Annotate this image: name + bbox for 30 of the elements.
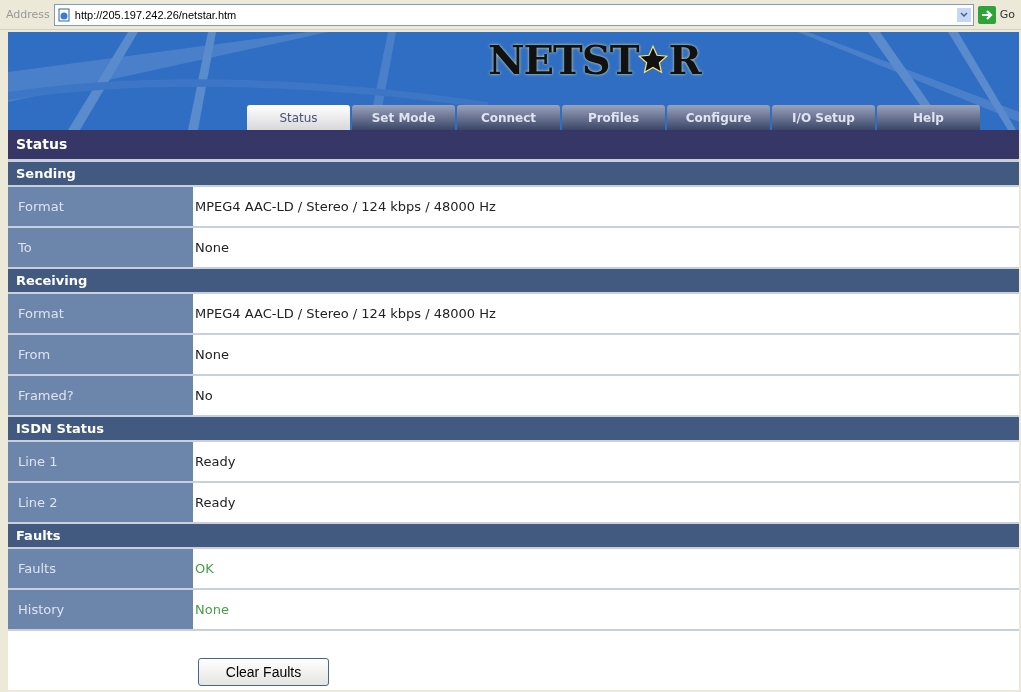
address-field[interactable]: http://205.197.242.26/netstar.htm: [53, 3, 974, 26]
row-label: Line 2: [8, 483, 193, 522]
logo-text: NETST: [488, 36, 639, 83]
section-header: Faults: [8, 524, 1019, 549]
nav-tab[interactable]: Profiles: [562, 105, 665, 130]
row-label: Framed?: [8, 376, 193, 415]
nav-tab[interactable]: Status: [247, 105, 350, 130]
section-header: ISDN Status: [8, 417, 1019, 442]
row-label: From: [8, 335, 193, 374]
nav-tab[interactable]: Configure: [667, 105, 770, 130]
section-header: Sending: [8, 162, 1019, 187]
dropdown-icon[interactable]: [956, 7, 971, 22]
clear-faults-button[interactable]: Clear Faults: [198, 658, 329, 686]
row-label: Format: [8, 187, 193, 226]
go-button[interactable]: Go: [999, 8, 1015, 21]
row-label: Format: [8, 294, 193, 333]
address-label: Address: [6, 8, 50, 21]
nav-tab[interactable]: Connect: [457, 105, 560, 130]
row-label: To: [8, 228, 193, 267]
row-label: Faults: [8, 549, 193, 588]
row-label: Line 1: [8, 442, 193, 481]
page-title: Status: [8, 130, 1019, 162]
section-header: Receiving: [8, 269, 1019, 294]
page-icon: [56, 7, 71, 22]
nav-tab[interactable]: Help: [877, 105, 980, 130]
nav-tab[interactable]: I/O Setup: [772, 105, 875, 130]
row-label: History: [8, 590, 193, 629]
nav-tab[interactable]: Set Mode: [352, 105, 455, 130]
logo-text: R: [668, 36, 701, 83]
star-icon: [638, 44, 669, 75]
